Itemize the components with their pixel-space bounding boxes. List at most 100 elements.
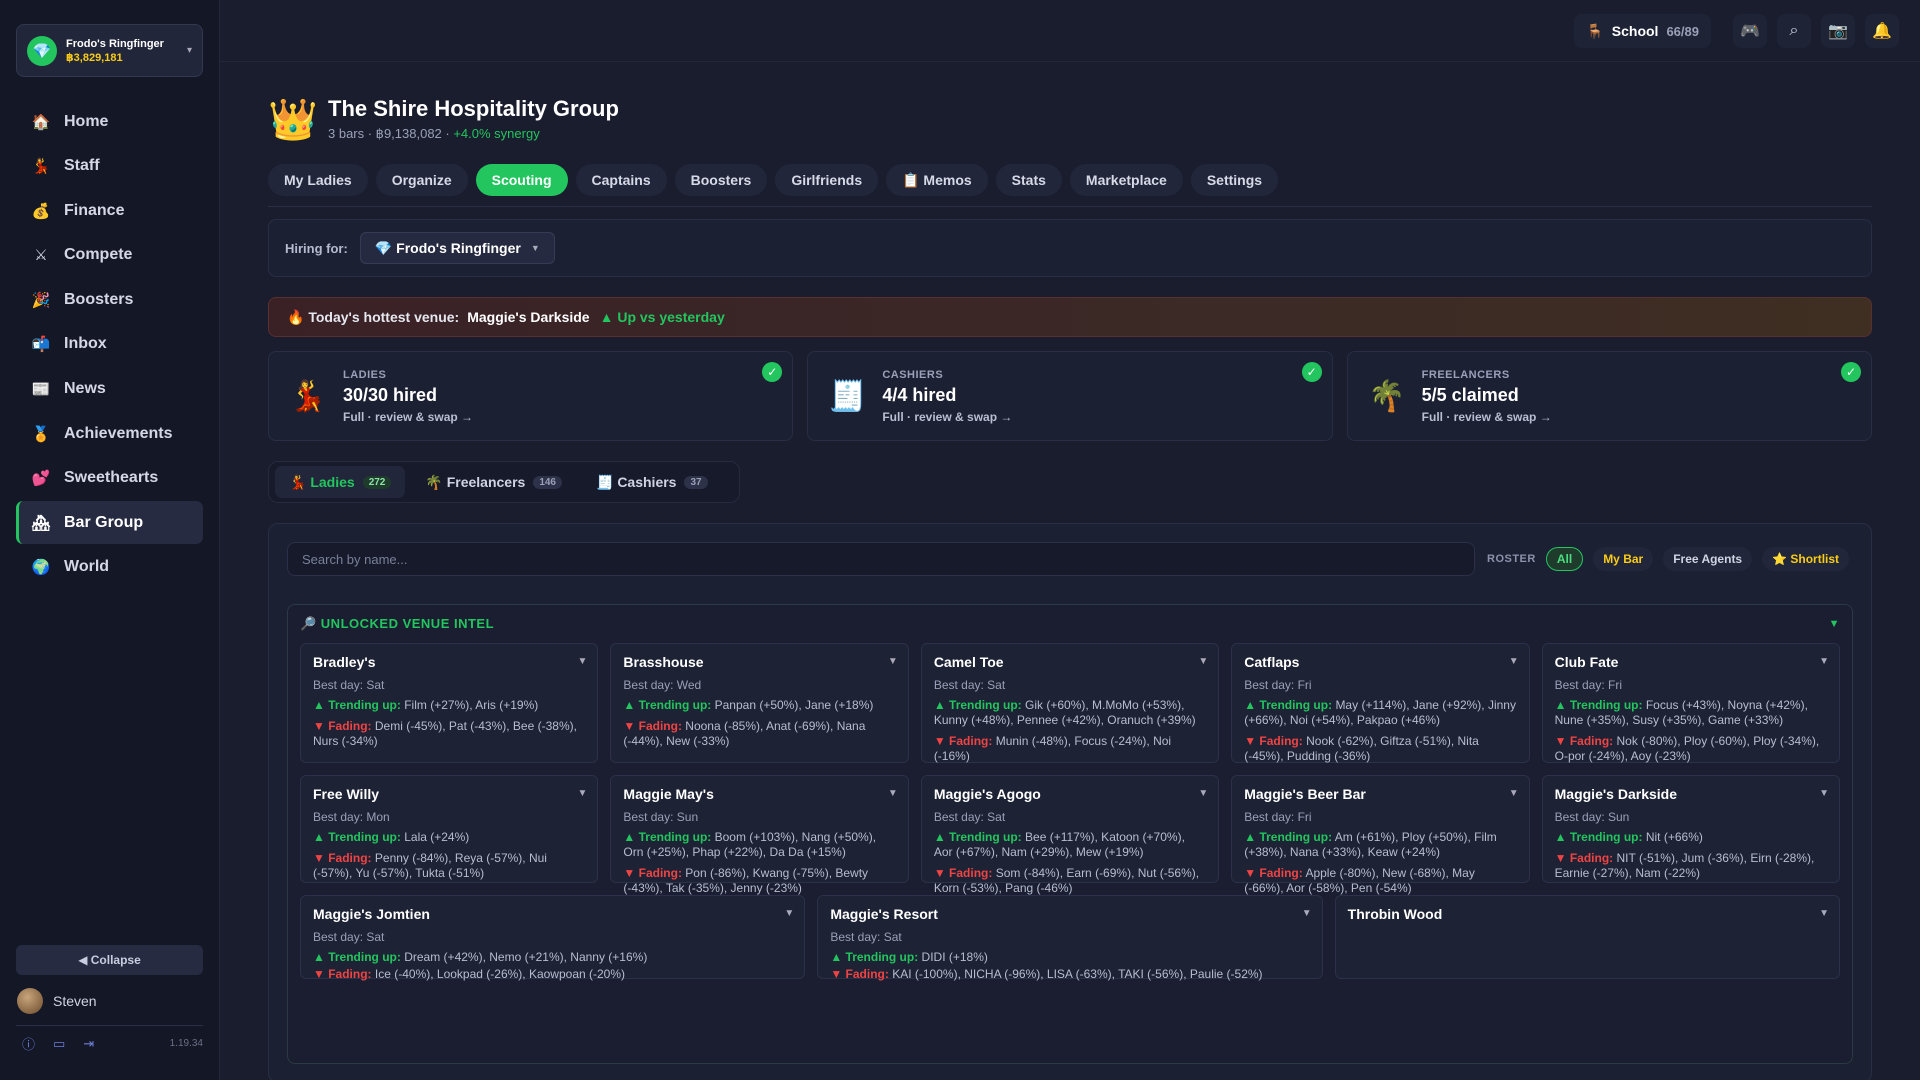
venue-card[interactable]: Catflaps ▼ Best day: Fri ▲ Trending up: May…	[1231, 643, 1530, 763]
venue-card[interactable]: Maggie May's ▼ Best day: Sun ▲ Trending up:…	[610, 775, 909, 895]
venue-card[interactable]: Maggie's Darkside ▼ Best day: Sun ▲ Trendin…	[1541, 775, 1841, 883]
subtab-label: 💃 Ladies	[289, 473, 355, 490]
chevron-down-icon[interactable]: ▼	[1198, 788, 1208, 799]
sidebar-item-compete[interactable]: ⚔ Compete	[16, 234, 203, 277]
home-icon: 🏠	[31, 113, 51, 131]
filter-free-agents[interactable]: Free Agents	[1663, 547, 1753, 571]
best-day: Best day: Sat	[313, 930, 385, 944]
gamepad-icon[interactable]: 🎮	[1733, 14, 1767, 48]
chevron-down-icon[interactable]: ▼	[1819, 908, 1829, 919]
collapse-button[interactable]: ◀ Collapse	[16, 945, 203, 975]
venue-card[interactable]: Bradley's ▼ Best day: Sat ▲ Trending up: Fi…	[300, 643, 599, 763]
sidebar-item-world[interactable]: 🌍 World	[16, 546, 203, 589]
chevron-down-icon[interactable]: ▼	[1302, 908, 1312, 919]
logout-icon[interactable]: ⇥	[83, 1036, 94, 1052]
inbox-icon: 📬	[31, 336, 51, 354]
venue-card[interactable]: Camel Toe ▼ Best day: Sat ▲ Trending up: Gi…	[920, 643, 1220, 763]
subtab-freelancers[interactable]: 🌴 Freelancers 146	[411, 466, 576, 498]
synergy-value: +4.0% synergy	[453, 126, 540, 141]
trending-up-line: ▲ Trending up: Nit (+66%)	[1554, 830, 1703, 844]
tab-bar: My Ladies Organize Scouting Captains Booster…	[268, 164, 1872, 196]
venue-card[interactable]: Club Fate ▼ Best day: Fri ▲ Trending up: Fo…	[1541, 643, 1841, 763]
best-day: Best day: Sat	[313, 678, 385, 692]
venue-intel-section: 🔎 UNLOCKED VENUE INTEL ▼ Bradley's ▼ Best …	[287, 604, 1853, 1064]
tab-my-ladies[interactable]: My Ladies	[268, 164, 368, 196]
staff-icon: 💃	[31, 158, 51, 176]
cashiers-summary-card[interactable]: 🧾 CASHIERS 4/4 hired Full · review & swap →…	[807, 351, 1333, 441]
venue-card[interactable]: Maggie's Resort ▼ Best day: Sat ▲ Trending …	[817, 895, 1323, 981]
tab-boosters[interactable]: Boosters	[674, 164, 768, 196]
filter-my-bar[interactable]: My Bar	[1593, 547, 1654, 571]
chat-icon[interactable]: ▭	[53, 1036, 65, 1052]
chevron-down-icon[interactable]: ▼	[578, 788, 588, 799]
review-swap-link[interactable]: Full · review & swap →	[882, 410, 1012, 424]
chevron-down-icon[interactable]: ▼	[1829, 618, 1840, 630]
sidebar-item-news[interactable]: 📰 News	[16, 368, 203, 411]
sidebar-item-home[interactable]: 🏠 Home	[16, 100, 203, 143]
best-day: Best day: Mon	[313, 810, 390, 824]
hiring-select[interactable]: 💎 Frodo's Ringfinger ▼	[359, 232, 555, 264]
account-switcher[interactable]: 💎 Frodo's Ringfinger ฿3,829,181 ▾	[16, 24, 203, 77]
best-day: Best day: Sat	[830, 930, 902, 944]
chevron-down-icon[interactable]: ▼	[1509, 656, 1519, 667]
sidebar-item-label: Staff	[64, 157, 100, 175]
hottest-venue[interactable]: Maggie's Darkside	[467, 309, 589, 325]
tab-captains[interactable]: Captains	[575, 164, 667, 196]
sidebar-item-label: Boosters	[64, 290, 134, 308]
venue-card[interactable]: Maggie's Agogo ▼ Best day: Sat ▲ Trending u…	[920, 775, 1220, 895]
venue-card[interactable]: Maggie's Jomtien ▼ Best day: Sat ▲ Trending…	[300, 895, 806, 981]
venue-intel-header[interactable]: 🔎 UNLOCKED VENUE INTEL ▼	[288, 605, 1852, 643]
freelancers-summary-card[interactable]: 🌴 FREELANCERS 5/5 claimed Full · review & s…	[1346, 351, 1872, 441]
sidebar-item-boosters[interactable]: 🎉 Boosters	[16, 278, 203, 321]
tab-stats[interactable]: Stats	[995, 164, 1062, 196]
hottest-label: 🔥 Today's hottest venue:	[287, 308, 460, 325]
page-title: The Shire Hospitality Group	[328, 96, 619, 121]
sidebar-item-sweethearts[interactable]: 💕 Sweethearts	[16, 457, 203, 500]
search-icon[interactable]: ⌕	[1777, 14, 1811, 48]
sidebar-item-label: Inbox	[64, 335, 107, 353]
filter-shortlist[interactable]: ⭐ Shortlist	[1762, 547, 1850, 571]
subtab-ladies[interactable]: 💃 Ladies 272	[275, 466, 406, 498]
sidebar-item-achievements[interactable]: 🏅 Achievements	[16, 412, 203, 455]
review-swap-link[interactable]: Full · review & swap →	[1422, 410, 1552, 424]
venue-card[interactable]: Maggie's Beer Bar ▼ Best day: Fri ▲ Trendin…	[1231, 775, 1530, 895]
chevron-down-icon[interactable]: ▼	[784, 908, 794, 919]
chevron-down-icon[interactable]: ▼	[888, 656, 898, 667]
venue-card[interactable]: Brasshouse ▼ Best day: Wed ▲ Trending up: P…	[610, 643, 909, 763]
count-badge: 272	[362, 475, 392, 489]
filter-all[interactable]: All	[1545, 547, 1584, 571]
chevron-down-icon[interactable]: ▼	[1819, 788, 1829, 799]
sidebar-item-label: World	[64, 558, 110, 576]
tab-settings[interactable]: Settings	[1190, 164, 1279, 196]
chevron-down-icon[interactable]: ▼	[1509, 788, 1519, 799]
chevron-down-icon[interactable]: ▼	[888, 788, 898, 799]
sidebar-item-bar-group[interactable]: 🏘 Bar Group	[16, 501, 203, 545]
sidebar-item-staff[interactable]: 💃 Staff	[16, 145, 203, 188]
ladies-summary-card[interactable]: 💃 LADIES 30/30 hired Full · review & swap →…	[268, 351, 794, 441]
best-day: Best day: Wed	[623, 678, 702, 692]
sweethearts-icon: 💕	[31, 470, 51, 488]
chevron-down-icon[interactable]: ▼	[578, 656, 588, 667]
hiring-label: Hiring for:	[285, 240, 348, 256]
subtab-cashiers[interactable]: 🧾 Cashiers 37	[582, 466, 722, 498]
chevron-down-icon[interactable]: ▼	[1819, 656, 1829, 667]
venue-card[interactable]: Free Willy ▼ Best day: Mon ▲ Trending up: L…	[300, 775, 599, 883]
user-profile[interactable]: Steven	[16, 986, 203, 1026]
tab-organize[interactable]: Organize	[375, 164, 468, 196]
search-input[interactable]	[287, 542, 1475, 576]
venue-card[interactable]: Throbin Wood ▼	[1334, 895, 1840, 979]
tab-scouting[interactable]: Scouting	[475, 164, 568, 196]
tab-marketplace[interactable]: Marketplace	[1069, 164, 1183, 196]
best-day: Best day: Sat	[933, 678, 1006, 692]
camera-icon[interactable]: 📷	[1821, 14, 1855, 48]
review-swap-link[interactable]: Full · review & swap →	[343, 410, 473, 424]
sidebar-item-inbox[interactable]: 📬 Inbox	[16, 323, 203, 366]
help-icon[interactable]: ⓘ	[22, 1034, 35, 1053]
sidebar-item-finance[interactable]: 💰 Finance	[16, 189, 203, 232]
school-button[interactable]: 🪑 School 66/89	[1574, 14, 1711, 48]
chevron-down-icon[interactable]: ▼	[1198, 656, 1208, 667]
boosters-icon: 🎉	[31, 291, 51, 309]
tab-girlfriends[interactable]: Girlfriends	[775, 164, 879, 196]
tab-memos[interactable]: 📋 Memos	[886, 164, 988, 196]
bell-icon[interactable]: 🔔	[1865, 14, 1899, 48]
